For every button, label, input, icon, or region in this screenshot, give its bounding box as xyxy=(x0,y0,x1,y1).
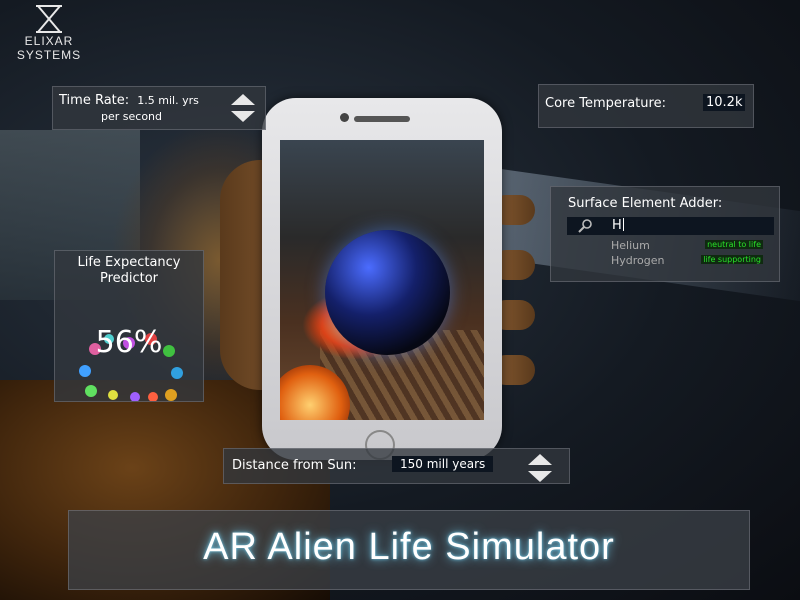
suggestion-item[interactable]: Helium neutral to life xyxy=(611,239,763,253)
element-search-input[interactable]: H xyxy=(567,217,774,235)
hourglass-icon xyxy=(36,5,62,33)
surface-element-adder-panel: Surface Element Adder: H Helium neutral … xyxy=(550,186,780,282)
distance-stepper[interactable] xyxy=(528,454,554,482)
distance-label: Distance from Sun: xyxy=(232,458,357,473)
app-title: AR Alien Life Simulator xyxy=(203,526,615,568)
increase-arrow-icon[interactable] xyxy=(231,94,255,105)
ar-viewport[interactable] xyxy=(280,140,484,420)
life-expectancy-label: Life Expectancy xyxy=(77,255,181,270)
alien-planet[interactable] xyxy=(325,230,450,355)
decrease-arrow-icon[interactable] xyxy=(528,471,552,482)
time-rate-label: Time Rate: xyxy=(59,93,130,108)
core-temperature-value[interactable]: 10.2k xyxy=(703,94,746,111)
brand-name: ELIXAR xyxy=(24,34,74,48)
search-icon xyxy=(578,219,592,233)
brand-logo: ELIXAR SYSTEMS xyxy=(8,4,90,62)
core-temperature-label: Core Temperature: xyxy=(545,96,666,111)
distance-value[interactable]: 150 mill years xyxy=(392,456,494,472)
time-rate-stepper[interactable] xyxy=(231,94,257,122)
text-caret xyxy=(622,218,624,231)
element-search-value: H xyxy=(612,218,622,233)
time-rate-value: 1.5 mil. yrs xyxy=(137,94,199,107)
time-rate-panel: Time Rate: 1.5 mil. yrs per second xyxy=(52,86,266,130)
surface-element-adder-label: Surface Element Adder: xyxy=(568,196,723,211)
life-expectancy-panel: Life Expectancy Predictor 56% xyxy=(54,250,204,402)
suggestion-name: Helium xyxy=(611,239,650,252)
suggestion-name: Hydrogen xyxy=(611,254,665,267)
core-temperature-panel: Core Temperature: 10.2k xyxy=(538,84,754,128)
life-expectancy-percent: 56% xyxy=(95,325,163,360)
suggestion-tag: neutral to life xyxy=(705,240,763,249)
suggestion-tag: life supporting xyxy=(701,255,763,264)
front-camera xyxy=(340,113,349,122)
decrease-arrow-icon[interactable] xyxy=(231,111,255,122)
distance-panel: Distance from Sun: 150 mill years xyxy=(223,448,570,484)
brand-subname: SYSTEMS xyxy=(16,48,82,62)
title-banner: AR Alien Life Simulator xyxy=(68,510,750,590)
phone-speaker xyxy=(354,116,410,122)
increase-arrow-icon[interactable] xyxy=(528,454,552,465)
suggestion-item[interactable]: Hydrogen life supporting xyxy=(611,254,763,268)
time-rate-unit: per second xyxy=(101,110,162,123)
life-expectancy-sublabel: Predictor xyxy=(99,271,159,286)
phone xyxy=(262,98,502,460)
